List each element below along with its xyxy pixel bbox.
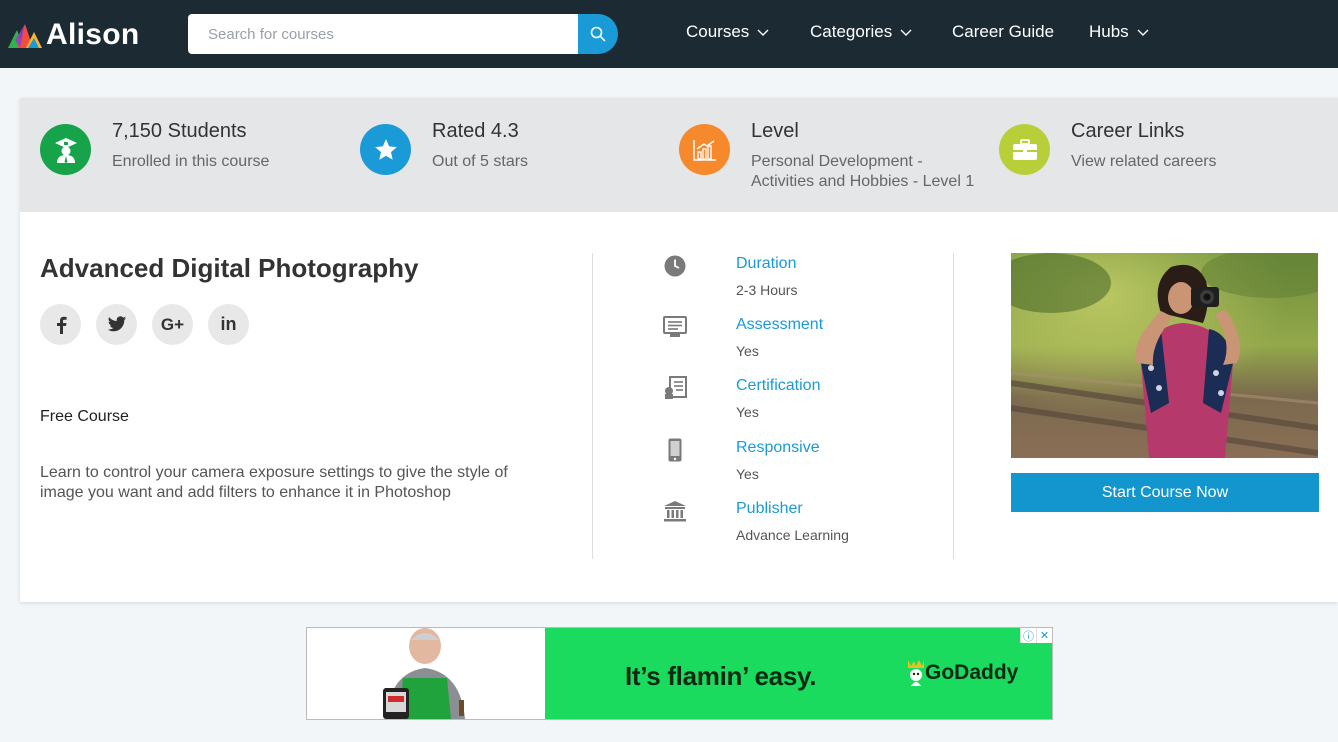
info-publisher: Publisher Advance Learning: [662, 498, 922, 548]
ad-close-button[interactable]: ✕: [1036, 628, 1052, 643]
godaddy-logo: GoDaddy: [905, 658, 1018, 688]
info-responsive: Responsive Yes: [662, 437, 922, 487]
certificate-icon: [662, 375, 688, 401]
stat-level-title: Level: [751, 120, 799, 142]
google-plus-share-button[interactable]: G+: [152, 304, 193, 345]
info-duration: Duration 2-3 Hours: [662, 253, 922, 303]
twitter-share-button[interactable]: [96, 304, 137, 345]
stat-level-sub-line2: Activities and Hobbies - Level 1: [751, 173, 975, 190]
free-course-label: Free Course: [40, 408, 129, 425]
chart-icon: [679, 124, 730, 175]
stat-career-links-sub: View related careers: [1071, 153, 1217, 170]
chevron-down-icon: [900, 29, 912, 36]
start-course-button[interactable]: Start Course Now: [1011, 473, 1319, 512]
alison-logo[interactable]: Alison: [6, 18, 139, 52]
course-title: Advanced Digital Photography: [40, 253, 419, 283]
stat-career-links-title: Career Links: [1071, 120, 1185, 142]
nav-categories[interactable]: Categories: [810, 22, 913, 42]
info-duration-value: 2-3 Hours: [736, 282, 798, 298]
star-icon: [360, 124, 411, 175]
info-publisher-label[interactable]: Publisher: [736, 500, 803, 518]
search-button[interactable]: [578, 14, 618, 54]
course-description: Learn to control your camera exposure se…: [40, 464, 508, 501]
assessment-icon: [662, 314, 688, 340]
info-duration-label[interactable]: Duration: [736, 255, 796, 273]
info-publisher-value: Advance Learning: [736, 527, 849, 543]
divider: [592, 253, 593, 559]
google-plus-icon: G+: [160, 314, 185, 334]
divider: [953, 253, 954, 559]
logo-text: Alison: [46, 18, 140, 51]
briefcase-icon: [999, 124, 1050, 175]
linkedin-share-button[interactable]: in: [208, 304, 249, 345]
info-assessment: Assessment Yes: [662, 314, 922, 364]
twitter-icon: [107, 316, 126, 332]
ad-info-button[interactable]: ⓘ: [1020, 628, 1036, 643]
nav-categories-label: Categories: [810, 22, 893, 41]
ad-slogan: It’s flamin’ easy.: [625, 661, 817, 691]
linkedin-icon: in: [220, 314, 237, 334]
ad-brand: GoDaddy: [925, 661, 1019, 684]
logo-mark-icon: [8, 24, 42, 48]
nav-career-guide-label: Career Guide: [952, 22, 1055, 41]
mobile-icon: [662, 437, 688, 463]
info-certification-value: Yes: [736, 404, 759, 420]
facebook-icon: [56, 316, 67, 334]
search-icon: [590, 26, 606, 42]
course-card: 7,150 Students Enrolled in this course R…: [20, 98, 1338, 602]
chevron-down-icon: [757, 29, 769, 36]
stat-rating-sub: Out of 5 stars: [432, 153, 529, 170]
search-bar: [188, 14, 618, 54]
info-responsive-value: Yes: [736, 466, 759, 482]
search-input[interactable]: [188, 14, 580, 54]
stat-students-sub: Enrolled in this course: [112, 153, 270, 170]
graduate-icon: [40, 124, 91, 175]
chevron-down-icon: [1137, 29, 1149, 36]
stat-level-sub: Personal Development - Activities and Ho…: [751, 152, 974, 192]
nav-hubs-label: Hubs: [1089, 22, 1129, 41]
info-assessment-label[interactable]: Assessment: [736, 316, 823, 334]
ad-panel: It’s flamin’ easy. GoDaddy: [545, 628, 1052, 719]
nav-courses-label: Courses: [686, 22, 750, 41]
info-assessment-value: Yes: [736, 343, 759, 359]
ad-controls: ⓘ ✕: [1020, 628, 1052, 643]
nav-career-guide[interactable]: Career Guide: [952, 22, 1054, 42]
nav-courses[interactable]: Courses: [686, 22, 770, 42]
stat-level-sub-line1: Personal Development -: [751, 153, 923, 170]
clock-icon: [662, 253, 688, 279]
facebook-share-button[interactable]: [40, 304, 81, 345]
godaddy-mascot-icon: [908, 660, 924, 686]
advertisement-banner[interactable]: It’s flamin’ easy. GoDaddy ⓘ ✕: [306, 627, 1053, 720]
stat-students-title: 7,150 Students: [112, 120, 247, 142]
institution-icon: [662, 498, 688, 524]
info-certification: Certification Yes: [662, 375, 922, 425]
top-navbar: Alison Courses Categories Career Guide H…: [0, 0, 1338, 68]
stats-strip: 7,150 Students Enrolled in this course R…: [20, 98, 1338, 212]
ad-image: [307, 628, 545, 719]
nav-hubs[interactable]: Hubs: [1089, 22, 1150, 42]
info-responsive-label[interactable]: Responsive: [736, 439, 820, 457]
social-share: G+ in: [40, 304, 264, 345]
course-image[interactable]: [1011, 253, 1318, 458]
stat-rating-title: Rated 4.3: [432, 120, 519, 142]
info-certification-label[interactable]: Certification: [736, 377, 820, 395]
